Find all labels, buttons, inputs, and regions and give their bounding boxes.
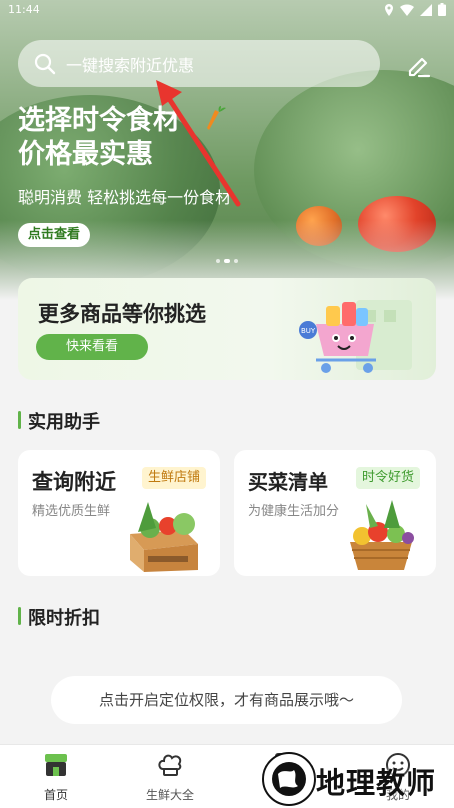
shopping-cart-icon: BUY [299, 300, 412, 373]
status-icons [384, 3, 446, 16]
hero-title: 选择时令食材 价格最实惠 [18, 104, 180, 172]
status-bar: 11:44 [0, 0, 454, 20]
hero-view-button[interactable]: 点击查看 [18, 223, 91, 247]
helper-title: 买菜清单 [248, 470, 328, 494]
promo-title: 更多商品等你挑选 [38, 302, 206, 326]
edit-icon[interactable] [403, 50, 433, 80]
helper-card-shopping-list[interactable]: 买菜清单 时令好货 为健康生活加分 [234, 450, 436, 576]
wifi-icon [400, 3, 414, 16]
vegetable-basket-icon [350, 500, 414, 570]
tab-home[interactable]: 首页 [16, 751, 96, 803]
hero-subtitle: 聪明消费 轻松挑选每一份食材 [18, 188, 232, 207]
search-input[interactable]: 一键搜索附近优惠 [66, 52, 194, 76]
carousel-dot [234, 259, 238, 263]
globe-icon [272, 762, 306, 796]
promo-button[interactable]: 快来看看 [36, 334, 148, 360]
hero-title-line: 价格最实惠 [18, 139, 153, 170]
helper-desc: 为健康生活加分 [248, 504, 340, 519]
battery-icon [438, 3, 446, 16]
helper-desc: 精选优质生鲜 [32, 504, 111, 519]
search-icon [34, 53, 56, 74]
section-title-helpers: 实用助手 [18, 408, 100, 434]
helper-card-nearby[interactable]: 查询附近 生鲜店铺 精选优质生鲜 [18, 450, 220, 576]
watermark-text: 地理教师 [316, 766, 437, 800]
signal-icon [420, 3, 432, 16]
tab-label: 生鲜大全 [145, 788, 194, 802]
vegetable-box-icon [130, 502, 198, 572]
hero-title-line: 选择时令食材 [18, 105, 180, 136]
status-time: 11:44 [8, 3, 40, 16]
shop-icon [45, 754, 67, 776]
carousel-dot-active [224, 259, 230, 263]
watermark-seal [262, 752, 316, 806]
svg-text:BUY: BUY [301, 327, 316, 335]
carrot-icon [207, 106, 226, 130]
chef-hat-icon [158, 754, 182, 776]
promo-card[interactable]: 更多商品等你挑选 快来看看 BUY [18, 278, 436, 380]
helper-title: 查询附近 [32, 470, 116, 494]
location-permission-prompt[interactable]: 点击开启定位权限，才有商品展示哦～ [51, 676, 402, 724]
location-icon [385, 3, 393, 16]
watermark: 地理教师 [262, 748, 454, 807]
helper-tag: 时令好货 [356, 467, 421, 489]
search-bar[interactable]: 一键搜索附近优惠 [18, 40, 380, 87]
helper-tag: 生鲜店铺 [142, 467, 207, 489]
tab-fresh-foods[interactable]: 生鲜大全 [130, 751, 210, 803]
carousel-indicator [216, 259, 238, 263]
carousel-dot [216, 259, 220, 263]
tab-label: 首页 [43, 788, 68, 802]
section-title-discount: 限时折扣 [18, 604, 100, 630]
